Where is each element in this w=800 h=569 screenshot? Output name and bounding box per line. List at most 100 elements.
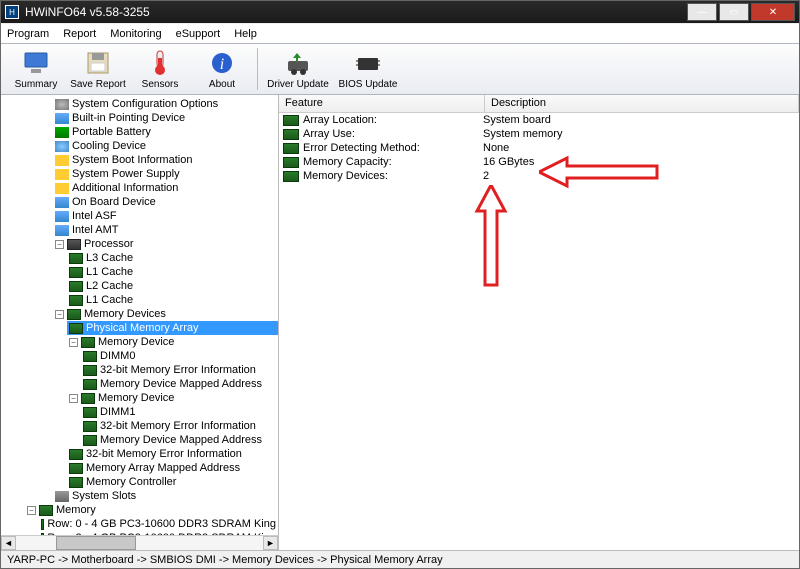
gear-icon: [55, 99, 69, 110]
scroll-left-icon[interactable]: ◄: [1, 536, 16, 550]
tree-item[interactable]: −Memory Device: [67, 391, 278, 405]
detail-pane: Feature Description Array Location:Syste…: [279, 95, 799, 550]
memory-icon: [69, 463, 83, 474]
chip-icon: [283, 115, 299, 126]
tree-item[interactable]: DIMM1: [81, 405, 278, 419]
column-feature[interactable]: Feature: [279, 95, 485, 112]
tree-item[interactable]: System Slots: [53, 489, 278, 503]
fan-icon: [55, 141, 69, 152]
memory-icon: [67, 309, 81, 320]
breadcrumb: YARP-PC -> Motherboard -> SMBIOS DMI -> …: [7, 554, 443, 566]
menu-program[interactable]: Program: [7, 28, 49, 40]
tree-item[interactable]: Intel ASF: [53, 209, 278, 223]
close-button[interactable]: ✕: [751, 3, 795, 21]
menu-report[interactable]: Report: [63, 28, 96, 40]
detail-row[interactable]: Array Location:System board: [279, 113, 799, 127]
detail-row[interactable]: Memory Capacity:16 GBytes: [279, 155, 799, 169]
chip-icon: [283, 129, 299, 140]
tree-item[interactable]: System Power Supply: [53, 167, 278, 181]
collapse-icon[interactable]: −: [69, 394, 78, 403]
svg-text:i: i: [220, 56, 224, 73]
tree-item[interactable]: Additional Information: [53, 181, 278, 195]
annotation-arrow-up: [474, 185, 508, 295]
tree-item[interactable]: System Configuration Options: [53, 97, 278, 111]
cache-icon: [69, 281, 83, 292]
tree-item[interactable]: Built-in Pointing Device: [53, 111, 278, 125]
tree-item[interactable]: On Board Device: [53, 195, 278, 209]
ram-icon: [41, 519, 44, 530]
intel-icon: [55, 225, 69, 236]
tree-horizontal-scrollbar[interactable]: ◄ ►: [1, 535, 278, 550]
scroll-right-icon[interactable]: ►: [263, 536, 278, 550]
column-description[interactable]: Description: [485, 95, 799, 112]
sensors-button[interactable]: Sensors: [129, 46, 191, 93]
scroll-thumb[interactable]: [56, 536, 136, 550]
battery-icon: [55, 127, 69, 138]
info-icon: [55, 183, 69, 194]
scroll-track[interactable]: [16, 536, 263, 550]
titlebar: H HWiNFO64 v5.58-3255 — ▭ ✕: [1, 1, 799, 23]
tree-item[interactable]: Row: 0 - 4 GB PC3-10600 DDR3 SDRAM King: [39, 517, 278, 531]
menu-help[interactable]: Help: [234, 28, 257, 40]
tree-item[interactable]: L1 Cache: [67, 265, 278, 279]
device-tree[interactable]: System Configuration Options Built-in Po…: [1, 95, 278, 550]
memory-icon: [69, 449, 83, 460]
memory-icon: [81, 393, 95, 404]
driver-icon: [284, 49, 312, 77]
tree-item-memory-devices[interactable]: −Memory Devices: [53, 307, 278, 321]
summary-button[interactable]: Summary: [5, 46, 67, 93]
driver-update-button[interactable]: Driver Update: [262, 46, 334, 93]
window-title: HWiNFO64 v5.58-3255: [25, 5, 685, 19]
memory-icon: [83, 365, 97, 376]
dimm-icon: [83, 407, 97, 418]
collapse-icon[interactable]: −: [69, 338, 78, 347]
cpu-icon: [67, 239, 81, 250]
floppy-icon: [84, 49, 112, 77]
tree-item[interactable]: Intel AMT: [53, 223, 278, 237]
tree-item[interactable]: Memory Controller: [67, 475, 278, 489]
save-report-button[interactable]: Save Report: [67, 46, 129, 93]
tree-item[interactable]: 32-bit Memory Error Information: [67, 447, 278, 461]
detail-row[interactable]: Error Detecting Method:None: [279, 141, 799, 155]
collapse-icon[interactable]: −: [27, 506, 36, 515]
detail-row[interactable]: Memory Devices:2: [279, 169, 799, 183]
tree-item[interactable]: L3 Cache: [67, 251, 278, 265]
tree-item[interactable]: L1 Cache: [67, 293, 278, 307]
cache-icon: [69, 295, 83, 306]
tree-item-memory[interactable]: −Memory: [25, 503, 278, 517]
bios-update-label: BIOS Update: [339, 79, 398, 90]
mouse-icon: [55, 113, 69, 124]
tree-item[interactable]: Memory Array Mapped Address: [67, 461, 278, 475]
cache-icon: [69, 253, 83, 264]
menu-monitoring[interactable]: Monitoring: [110, 28, 161, 40]
tree-item[interactable]: Portable Battery: [53, 125, 278, 139]
tree-item[interactable]: −Processor: [53, 237, 278, 251]
collapse-icon[interactable]: −: [55, 240, 64, 249]
tree-item[interactable]: Cooling Device: [53, 139, 278, 153]
about-button[interactable]: i About: [191, 46, 253, 93]
tree-item[interactable]: DIMM0: [81, 349, 278, 363]
detail-row[interactable]: Array Use:System memory: [279, 127, 799, 141]
tree-item[interactable]: −Memory Device: [67, 335, 278, 349]
tree-item[interactable]: Memory Device Mapped Address: [81, 433, 278, 447]
collapse-icon[interactable]: −: [55, 310, 64, 319]
tree-item[interactable]: 32-bit Memory Error Information: [81, 419, 278, 433]
tree-item[interactable]: 32-bit Memory Error Information: [81, 363, 278, 377]
maximize-button[interactable]: ▭: [719, 3, 749, 21]
tree-item[interactable]: L2 Cache: [67, 279, 278, 293]
minimize-button[interactable]: —: [687, 3, 717, 21]
bios-update-button[interactable]: BIOS Update: [334, 46, 402, 93]
menubar: Program Report Monitoring eSupport Help: [1, 23, 799, 43]
app-icon: H: [5, 5, 19, 19]
memory-icon: [39, 505, 53, 516]
tree-pane: System Configuration Options Built-in Po…: [1, 95, 279, 550]
tree-item[interactable]: Memory Device Mapped Address: [81, 377, 278, 391]
tree-item-physical-memory-array[interactable]: Physical Memory Array: [67, 321, 278, 335]
thermometer-icon: [146, 49, 174, 77]
power-icon: [55, 169, 69, 180]
bios-icon: [354, 49, 382, 77]
detail-body: Array Location:System board Array Use:Sy…: [279, 113, 799, 550]
menu-esupport[interactable]: eSupport: [176, 28, 221, 40]
main-panel: System Configuration Options Built-in Po…: [1, 95, 799, 550]
tree-item[interactable]: System Boot Information: [53, 153, 278, 167]
